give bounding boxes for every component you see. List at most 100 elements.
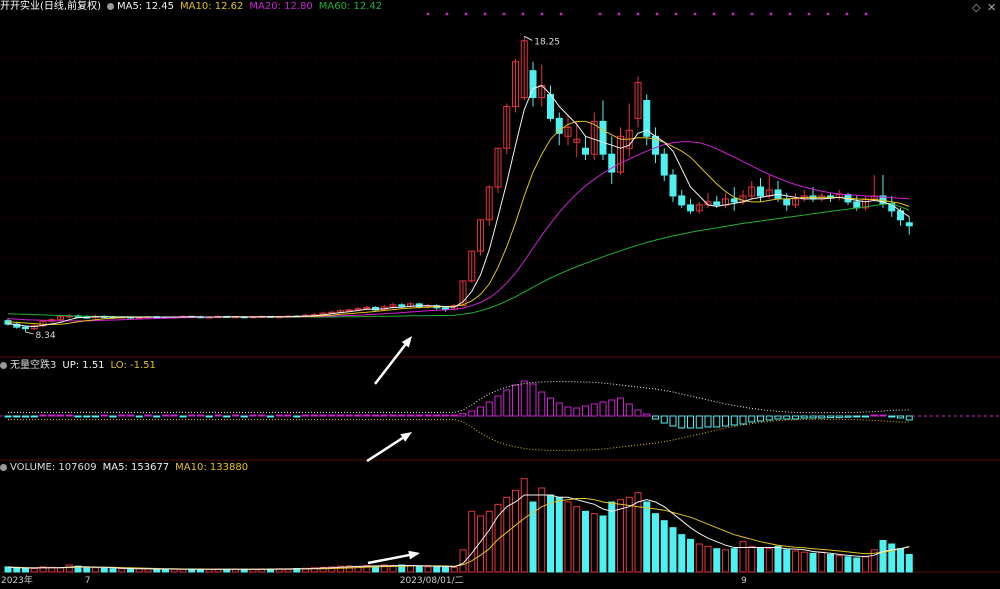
indicator-bar	[905, 415, 913, 421]
indicator-bar	[494, 395, 502, 417]
ma60-line	[7, 203, 910, 318]
indicator-bar	[792, 415, 799, 420]
indicator-bar	[442, 414, 449, 417]
indicator-bar	[240, 415, 248, 418]
volume-bar	[170, 568, 178, 573]
indicator-bar	[520, 380, 528, 417]
volume-bar	[809, 552, 817, 573]
indicator-bar	[713, 415, 721, 428]
close-icon[interactable]: ✕	[987, 2, 996, 14]
settings-dot-icon[interactable]	[106, 3, 114, 10]
volume-bar	[730, 548, 738, 573]
high-marker	[524, 35, 533, 41]
settings-dot-icon[interactable]	[0, 362, 7, 369]
signal-dot	[540, 12, 544, 16]
diamond-icon[interactable]: ◇	[972, 2, 980, 14]
indicator-bar	[599, 401, 607, 417]
volume-ma10: MA10: 133880	[175, 462, 249, 473]
candle-body	[905, 222, 913, 227]
indicator-bar	[354, 414, 362, 417]
signal-dot	[712, 12, 716, 16]
volume-bar	[415, 565, 423, 573]
volume-bar	[888, 543, 896, 573]
candle-body	[687, 204, 694, 212]
indicator-bar	[135, 415, 143, 418]
ma5-label: MA5: 12.45	[106, 1, 174, 12]
signal-dot	[731, 12, 735, 16]
indicator-name: 无量空跌3	[0, 360, 56, 371]
volume-bar	[713, 548, 721, 573]
indicator-bar	[74, 415, 82, 418]
signal-dot	[464, 12, 468, 16]
volume-bar	[599, 515, 607, 573]
indicator-up-line	[8, 381, 910, 414]
indicator-bar	[170, 414, 178, 417]
indicator-bar	[197, 414, 204, 417]
signal-dot	[521, 12, 525, 16]
volume-bar	[748, 545, 756, 573]
indicator-bar	[48, 414, 56, 417]
indicator-bar	[153, 415, 161, 418]
candle-body	[345, 309, 353, 312]
indicator-bar	[897, 415, 904, 419]
indicator-bar	[188, 414, 196, 417]
volume-bar	[127, 568, 134, 573]
indicator-bar	[485, 401, 493, 417]
indicator-bar	[634, 409, 642, 417]
indicator-bar	[879, 414, 887, 417]
indicator-bar	[582, 405, 589, 417]
indicator-bar	[100, 414, 108, 417]
indicator-bar	[144, 414, 152, 417]
high-price-label: 18.25	[534, 37, 560, 47]
annotation-arrow-shaft	[366, 436, 404, 463]
indicator-lo: LO: -1.51	[110, 360, 156, 371]
indicator-bar	[547, 397, 554, 417]
indicator-bar	[337, 414, 344, 417]
indicator-bar	[590, 403, 598, 417]
volume-ma10-line	[7, 498, 910, 570]
volume-bar	[652, 513, 659, 573]
low-marker	[25, 331, 34, 335]
signal-dot	[502, 12, 506, 16]
candle-body	[669, 174, 677, 197]
x-axis-label: 2023/08/01/二	[400, 576, 464, 585]
signal-dot	[826, 12, 830, 16]
annotation-arrow-shaft	[367, 553, 410, 565]
signal-dot	[559, 12, 563, 16]
signal-dot	[693, 12, 697, 16]
indicator-bar	[13, 415, 21, 418]
volume-bar	[669, 527, 677, 573]
settings-dot-icon[interactable]	[0, 464, 7, 471]
indicator-bar	[380, 414, 388, 417]
indicator-bar	[109, 415, 117, 418]
candle-body	[398, 304, 406, 307]
candle-body	[757, 186, 764, 197]
indicator-bar	[22, 415, 29, 418]
indicator-bar	[214, 414, 222, 417]
indicator-bar	[407, 414, 414, 417]
indicator-bar	[424, 414, 432, 417]
indicator-bar	[783, 415, 791, 420]
volume-bar	[853, 557, 861, 573]
indicator-bar	[573, 407, 581, 417]
indicator-bar	[477, 406, 484, 417]
indicator-bar	[389, 414, 397, 417]
indicator-bar	[512, 384, 519, 417]
volume-bar	[92, 567, 99, 573]
candle-body	[22, 326, 29, 330]
indicator-bar	[730, 415, 738, 426]
annotation-arrow-head	[400, 432, 412, 442]
indicator-bar	[625, 403, 633, 417]
volume-bar	[722, 549, 729, 573]
indicator-bar	[267, 415, 274, 418]
indicator-bar	[739, 415, 747, 425]
indicator-bar	[704, 415, 712, 428]
indicator-bar	[643, 413, 651, 417]
volume-bar	[818, 551, 826, 573]
volume-bar	[757, 547, 764, 573]
x-axis-label: 2023年	[1, 574, 33, 585]
price-legend: 开开实业(日线,前复权) MA5: 12.45 MA10: 12.62 MA20: 1…	[0, 0, 388, 14]
volume-bar	[678, 534, 686, 573]
volume-bar	[827, 554, 834, 573]
indicator-bar	[127, 414, 134, 417]
